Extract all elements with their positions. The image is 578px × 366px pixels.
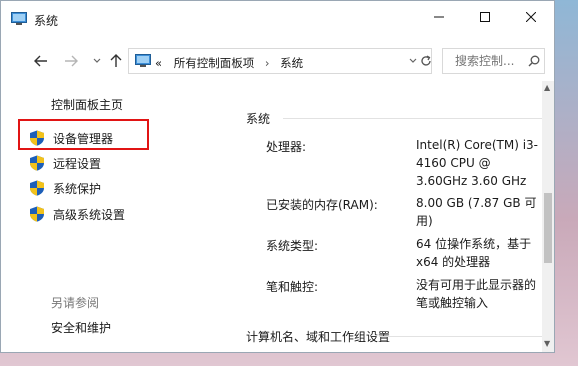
breadcrumb-overflow[interactable]: « — [155, 56, 162, 70]
sidebar-item-system-protection[interactable]: 系统保护 — [29, 179, 101, 197]
divider — [379, 336, 542, 337]
breadcrumb-system[interactable]: 系统 — [280, 55, 303, 71]
ram-value: 8.00 GB (7.87 GB 可用) — [416, 196, 537, 228]
sidebar-item-remote-settings[interactable]: 远程设置 — [29, 154, 101, 172]
computer-name-section-heading: 计算机名、域和工作组设置 — [246, 330, 391, 344]
chevron-down-icon — [93, 58, 101, 63]
title-bar[interactable]: 系统 — [1, 1, 554, 39]
vertical-scrollbar[interactable]: ▲ ▼ — [542, 81, 554, 352]
control-panel-icon — [135, 54, 151, 67]
forward-button[interactable] — [63, 53, 79, 69]
ram-label: 已安装的内存(RAM): — [266, 198, 378, 212]
uac-shield-icon — [30, 206, 44, 222]
scroll-down-icon[interactable]: ▼ — [544, 339, 550, 348]
sidebar-item-device-manager[interactable]: 设备管理器 — [29, 129, 113, 147]
arrow-left-icon — [34, 55, 47, 67]
search-input[interactable] — [455, 54, 525, 68]
sidebar-item-label: 高级系统设置 — [53, 207, 126, 222]
divider — [283, 118, 542, 119]
search-box[interactable] — [442, 48, 545, 74]
pen-touch-value: 没有可用于此显示器的笔或触控输入 — [416, 278, 537, 310]
arrow-up-icon — [110, 54, 122, 67]
scrollbar-thumb[interactable] — [544, 193, 552, 263]
left-pane: 控制面板主页 设备管理器 远程设置 系统保护 高级系统设置 另请参阅 安全和维护 — [1, 81, 229, 352]
sidebar-item-label: 系统保护 — [53, 181, 102, 196]
arrow-right-icon — [65, 55, 78, 67]
system-type-value: 64 位操作系统，基于 x64 的处理器 — [416, 237, 532, 269]
close-icon — [526, 12, 536, 22]
pen-touch-label: 笔和触控: — [266, 280, 319, 294]
processor-label: 处理器: — [266, 140, 307, 154]
see-also-heading: 另请参阅 — [51, 296, 100, 310]
uac-shield-icon — [30, 155, 44, 171]
refresh-icon — [421, 55, 431, 66]
uac-shield-icon — [30, 180, 44, 196]
minimize-button[interactable] — [416, 1, 462, 33]
system-info-pane: 系统 处理器: Intel(R) Core(TM) i3-4160 CPU @ … — [229, 81, 542, 352]
search-icon[interactable] — [528, 55, 540, 67]
system-window: 系统 « 所有控制面板项 › 系统 搜索控制... 控制面板主页 设备管理器 远… — [0, 0, 555, 353]
processor-value: Intel(R) Core(TM) i3-4160 CPU @ 3.60GHz … — [416, 138, 539, 188]
uac-shield-icon — [30, 130, 44, 146]
breadcrumb-all-items[interactable]: 所有控制面板项 — [174, 55, 255, 71]
sidebar-item-advanced-settings[interactable]: 高级系统设置 — [29, 205, 125, 223]
system-app-icon — [11, 12, 27, 25]
up-button[interactable] — [108, 53, 124, 69]
sidebar-item-label: 远程设置 — [53, 156, 102, 171]
scroll-up-icon[interactable]: ▲ — [544, 83, 550, 92]
back-button[interactable] — [33, 53, 49, 69]
address-bar[interactable]: « 所有控制面板项 › 系统 — [128, 48, 432, 74]
window-title: 系统 — [34, 14, 59, 28]
control-panel-home-link[interactable]: 控制面板主页 — [51, 96, 123, 113]
refresh-button[interactable] — [416, 48, 436, 74]
navigation-bar: « 所有控制面板项 › 系统 — [1, 41, 554, 81]
minimize-icon — [434, 16, 444, 18]
system-section-heading: 系统 — [246, 112, 271, 126]
close-button[interactable] — [508, 1, 554, 33]
maximize-icon — [480, 12, 490, 22]
sidebar-item-label: 设备管理器 — [53, 131, 114, 146]
maximize-button[interactable] — [462, 1, 508, 33]
system-type-label: 系统类型: — [266, 239, 319, 253]
recent-locations-button[interactable] — [89, 53, 105, 69]
breadcrumb-separator-icon[interactable]: › — [265, 56, 270, 70]
security-maintenance-link[interactable]: 安全和维护 — [51, 319, 111, 336]
